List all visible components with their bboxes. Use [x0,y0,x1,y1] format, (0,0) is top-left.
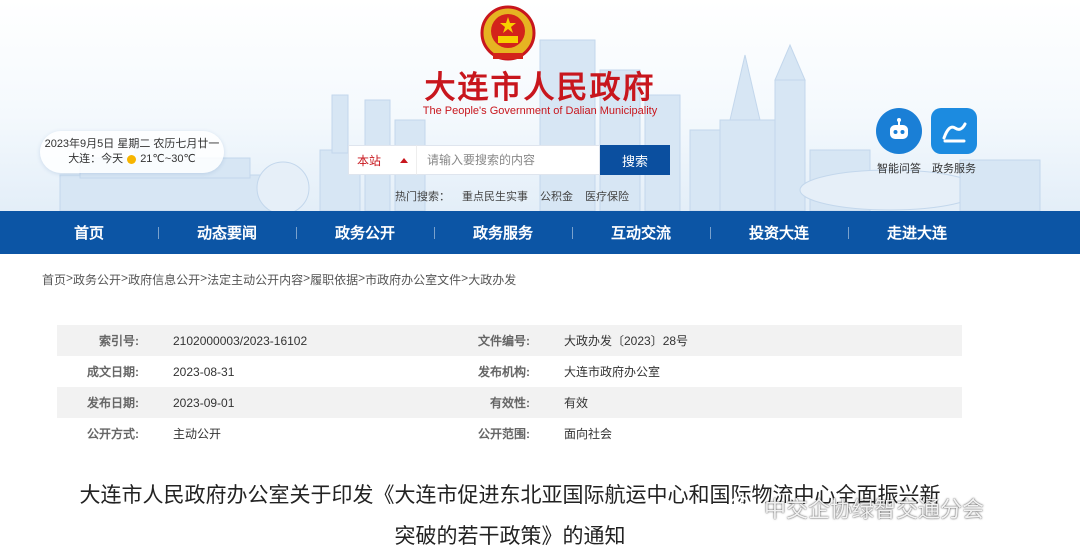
info-label: 有效性: [490,396,530,410]
smart-qa-label: 智能问答 [877,163,921,175]
wechat-icon [729,496,757,519]
date-weather-box: 2023年9月5日 星期二 农历七月廿一 大连：今天 21℃~30℃ [40,131,224,173]
search-scope-select[interactable]: 本站 [348,145,416,175]
breadcrumb-link[interactable]: 履职依据 [310,271,358,288]
breadcrumb-link[interactable]: 市政府办公室文件 [365,271,461,288]
info-value: 大政办发〔2023〕28号 [564,334,689,348]
info-value: 2023-09-01 [173,395,235,410]
info-value: 2023-08-31 [173,364,235,379]
weather-city: 大连：今天 [68,153,124,165]
info-label: 发布日期: [87,396,139,410]
robot-icon [876,108,922,154]
search-bar: 本站 搜索 [348,145,670,175]
sun-icon [127,155,137,164]
info-label: 索引号: [99,334,139,348]
search-input[interactable] [416,145,600,175]
date-line: 2023年9月5日 星期二 农历七月廿一 [44,138,220,150]
document-info-table: 索引号: 2102000003/2023-16102 文件编号: 大政办发〔20… [57,325,962,449]
gov-service-label: 政务服务 [932,163,976,175]
breadcrumb-current[interactable]: 大政办发 [468,271,516,288]
info-label: 发布机构: [478,365,530,379]
main-nav: 首页 动态要闻 政务公开 政务服务 互动交流 投资大连 走进大连 [0,211,1080,254]
info-row: 公开方式: 主动公开 公开范围: 面向社会 [57,418,962,449]
hot-search-term[interactable]: 医疗保险 [585,188,629,204]
national-emblem-icon [480,5,536,61]
info-row: 发布日期: 2023-09-01 有效性: 有效 [57,387,962,418]
nav-item-news[interactable]: 动态要闻 [158,222,296,243]
hot-search: 热门搜索： 重点民生实事 公积金 医疗保险 [395,188,629,204]
smart-qa-link[interactable]: 智能问答 [871,108,927,176]
info-value: 2102000003/2023-16102 [173,333,308,348]
gov-service-link[interactable]: 政务服务 [926,108,982,176]
wechat-watermark: 中交企协绿智交通分会 [728,492,984,524]
site-title: 大连市人民政府 [424,70,656,106]
watermark-text: 中交企协绿智交通分会 [764,498,985,523]
search-button[interactable]: 搜索 [600,145,670,175]
nav-item-invest[interactable]: 投资大连 [710,222,848,243]
nav-item-interaction[interactable]: 互动交流 [572,222,710,243]
hot-search-label: 热门搜索： [395,191,450,203]
info-label: 公开方式: [87,427,139,441]
info-label: 文件编号: [478,334,530,348]
weather-temp: 21℃~30℃ [140,153,196,165]
info-value: 大连市政府办公室 [564,365,661,379]
hot-search-term[interactable]: 公积金 [540,188,573,204]
info-value: 主动公开 [173,427,222,441]
caret-up-icon [400,157,408,163]
hot-search-term[interactable]: 重点民生实事 [462,188,528,204]
nav-item-gov-open[interactable]: 政务公开 [296,222,434,243]
nav-item-about[interactable]: 走进大连 [848,222,986,243]
info-label: 公开范围: [478,427,530,441]
info-label: 成文日期: [87,365,139,379]
breadcrumb: 首页 > 政务公开 > 政府信息公开 > 法定主动公开内容 > 履职依据 > 市政府办公室… [42,271,517,288]
breadcrumb-link[interactable]: 政务公开 [73,271,121,288]
info-value: 面向社会 [564,427,613,441]
nav-item-gov-service[interactable]: 政务服务 [434,222,572,243]
weather-line: 大连：今天 21℃~30℃ [40,152,224,167]
search-scope-label: 本站 [357,153,382,168]
info-value: 有效 [564,396,589,410]
info-row: 成文日期: 2023-08-31 发布机构: 大连市政府办公室 [57,356,962,387]
breadcrumb-link[interactable]: 法定主动公开内容 [207,271,303,288]
gov-service-icon [931,108,977,154]
breadcrumb-link[interactable]: 首页 [42,271,66,288]
info-row: 索引号: 2102000003/2023-16102 文件编号: 大政办发〔20… [57,325,962,356]
breadcrumb-link[interactable]: 政府信息公开 [128,271,200,288]
nav-item-home[interactable]: 首页 [20,222,158,243]
site-header: 大连市人民政府 The People's Government of Dalia… [0,0,1080,211]
site-subtitle: The People's Government of Dalian Munici… [422,105,658,117]
